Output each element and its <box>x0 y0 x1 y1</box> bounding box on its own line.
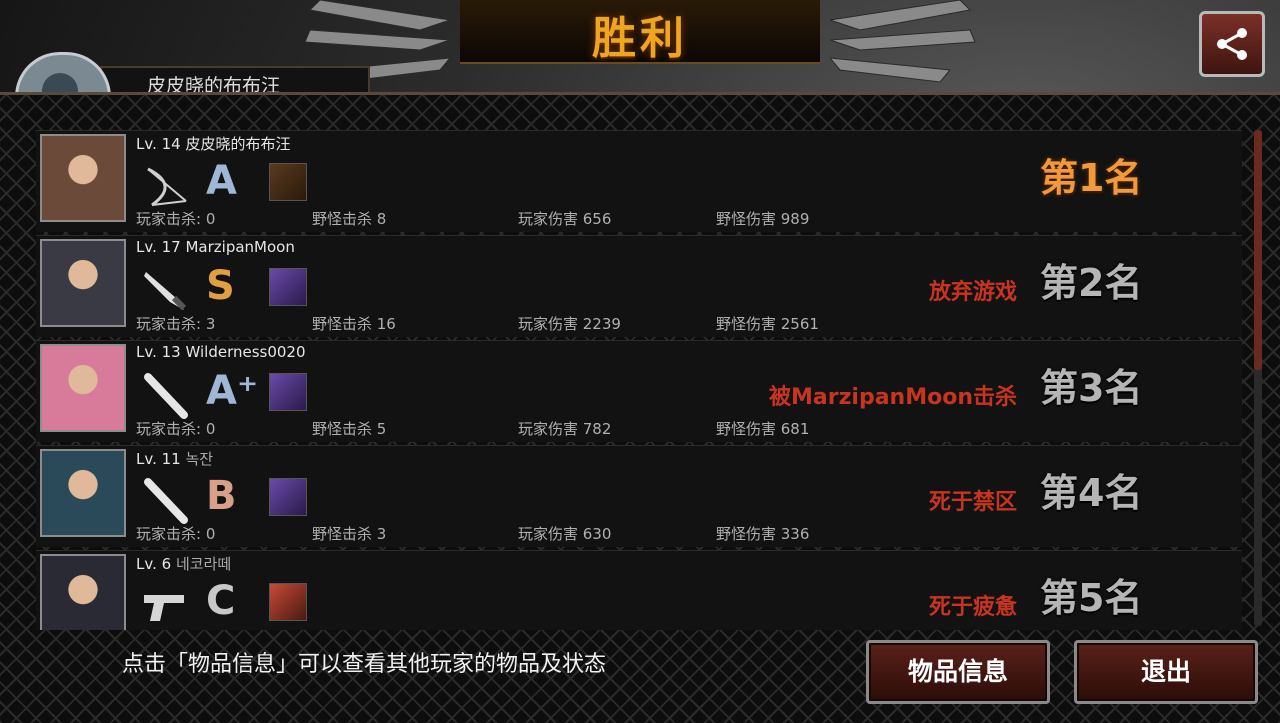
crossed-item-icon[interactable] <box>269 163 307 201</box>
player-level-name: Lv. 17 MarzipanMoon <box>136 238 295 256</box>
player-rank: 第4名 <box>1040 471 1143 515</box>
monster-kills: 野怪击杀 5 <box>312 420 387 438</box>
right-guns-ornament <box>830 0 976 83</box>
footer-hint: 点击「物品信息」可以查看其他玩家的物品及状态 <box>122 652 607 677</box>
pistol-icon <box>144 595 184 621</box>
player-status: 被MarzipanMoon击杀 <box>769 385 1017 410</box>
player-rank: 第5名 <box>1040 576 1143 620</box>
player-portrait[interactable] <box>40 554 126 630</box>
grade-badge: C <box>206 578 236 624</box>
grade-badge: A⁺ <box>206 368 259 414</box>
monster-damage: 野怪伤害 681 <box>716 420 810 438</box>
player-kills: 玩家击杀: 3 <box>136 315 216 333</box>
purple-creature-icon[interactable] <box>269 373 307 411</box>
purple-creature-icon[interactable] <box>269 478 307 516</box>
player-level: Lv. 14 <box>136 135 181 153</box>
player-level-name: Lv. 11 녹잔 <box>136 448 213 469</box>
monster-kills: 野怪击杀 16 <box>312 315 396 333</box>
list-scrollbar[interactable] <box>1254 130 1262 626</box>
monster-kills: 野怪击杀 8 <box>312 210 387 228</box>
bat-icon <box>144 373 188 419</box>
player-portrait[interactable] <box>40 134 126 222</box>
red-face-icon[interactable] <box>269 583 307 621</box>
player-name: Wilderness0020 <box>185 343 306 361</box>
item-info-button[interactable]: 物品信息 <box>866 640 1050 704</box>
player-damage: 玩家伤害 656 <box>518 210 612 228</box>
monster-kills: 野怪击杀 3 <box>312 525 387 543</box>
share-icon <box>1217 28 1247 60</box>
monster-damage: 野怪伤害 336 <box>716 525 810 543</box>
player-kills: 玩家击杀: 0 <box>136 210 216 228</box>
victory-title: 胜利 <box>592 13 688 64</box>
player-name: MarzipanMoon <box>185 238 295 256</box>
player-row[interactable]: Lv. 6 네코라떼 C 死于疲惫 第5名 <box>36 550 1242 630</box>
player-status: 死于疲惫 <box>928 595 1017 620</box>
player-name: 皮皮晓的布布汪 <box>185 135 291 153</box>
player-level: Lv. 13 <box>136 343 181 361</box>
player-status: 死于禁区 <box>928 490 1017 515</box>
player-level-name: Lv. 14 皮皮晓的布布汪 <box>136 133 291 154</box>
bow-icon <box>147 167 187 207</box>
player-status: 放弃游戏 <box>928 280 1017 305</box>
scrollbar-thumb[interactable] <box>1254 130 1262 370</box>
player-row[interactable]: Lv. 11 녹잔 B 玩家击杀: 0 野怪击杀 3 玩家伤害 630 野怪伤害… <box>36 445 1242 547</box>
player-row[interactable]: Lv. 14 皮皮晓的布布汪 A 玩家击杀: 0 野怪击杀 8 玩家伤害 656… <box>36 130 1242 232</box>
player-kills: 玩家击杀: 0 <box>136 420 216 438</box>
player-row[interactable]: Lv. 17 MarzipanMoon S 玩家击杀: 3 野怪击杀 16 玩家… <box>36 235 1242 337</box>
player-row[interactable]: Lv. 13 Wilderness0020 A⁺ 玩家击杀: 0 野怪击杀 5 … <box>36 340 1242 442</box>
bat-icon <box>144 478 188 524</box>
player-rank: 第1名 <box>1040 156 1143 200</box>
player-level-name: Lv. 6 네코라떼 <box>136 553 231 574</box>
share-button[interactable] <box>1199 11 1265 77</box>
player-rank: 第2名 <box>1040 261 1143 305</box>
monster-damage: 野怪伤害 989 <box>716 210 810 228</box>
player-damage: 玩家伤害 630 <box>518 525 612 543</box>
player-damage: 玩家伤害 782 <box>518 420 612 438</box>
player-portrait[interactable] <box>40 449 126 537</box>
purple-creature-icon[interactable] <box>269 268 307 306</box>
monster-damage: 野怪伤害 2561 <box>716 315 819 333</box>
player-kills: 玩家击杀: 0 <box>136 525 216 543</box>
knife-icon <box>144 272 187 311</box>
player-portrait[interactable] <box>40 344 126 432</box>
player-level: Lv. 11 <box>136 450 181 468</box>
grade-badge: A <box>206 158 237 204</box>
exit-button[interactable]: 退出 <box>1074 640 1258 704</box>
player-level: Lv. 6 <box>136 555 172 573</box>
grade-badge: S <box>206 263 235 309</box>
player-portrait[interactable] <box>40 239 126 327</box>
player-rank: 第3名 <box>1040 366 1143 410</box>
grade-badge: B <box>206 473 237 519</box>
player-damage: 玩家伤害 2239 <box>518 315 621 333</box>
footer-bar: 点击「物品信息」可以查看其他玩家的物品及状态 物品信息 退出 <box>0 630 1280 720</box>
player-name: 녹잔 <box>185 450 214 468</box>
player-level-name: Lv. 13 Wilderness0020 <box>136 343 306 361</box>
player-result-list[interactable]: Lv. 14 皮皮晓的布布汪 A 玩家击杀: 0 野怪击杀 8 玩家伤害 656… <box>36 130 1242 630</box>
title-banner: 胜利 <box>460 0 820 64</box>
player-level: Lv. 17 <box>136 238 181 256</box>
player-name: 네코라떼 <box>175 555 232 573</box>
